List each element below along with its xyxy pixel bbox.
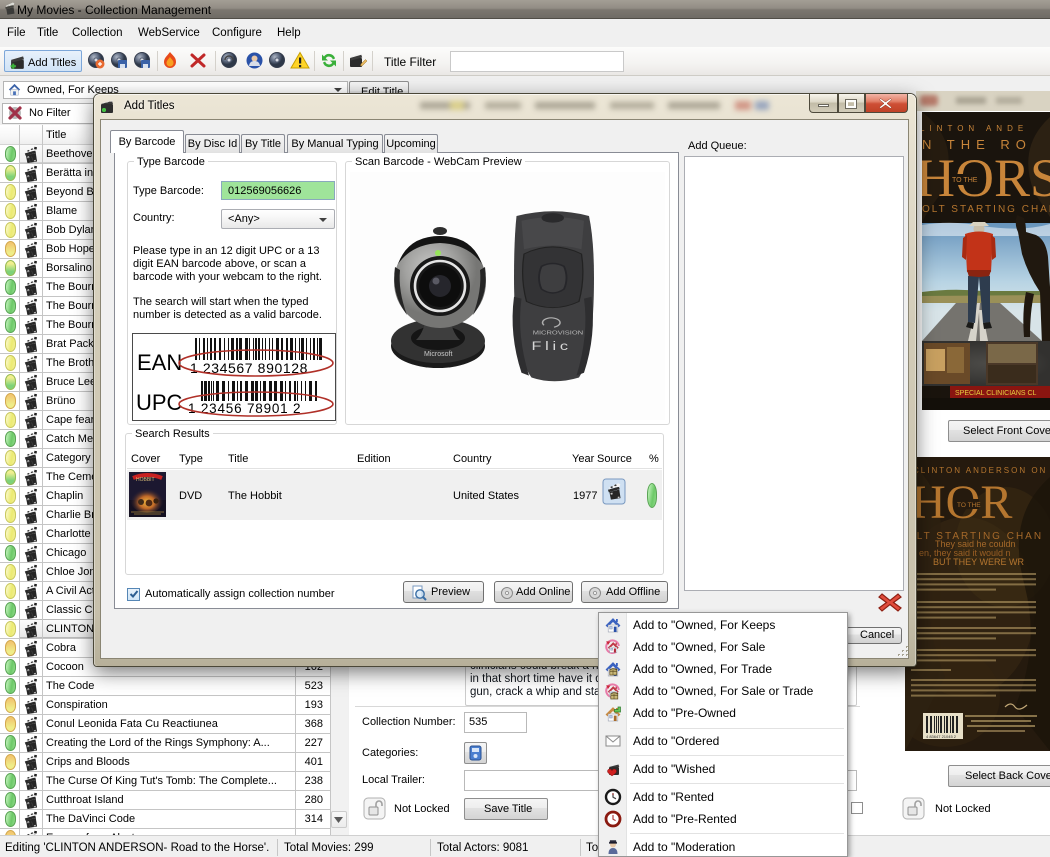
svg-text:HOBBIT: HOBBIT [136, 477, 155, 483]
svg-text:HORS: HORS [922, 148, 1050, 208]
svg-text:LINTON ANDE: LINTON ANDE [922, 124, 1028, 133]
svg-text:BUT THEY WERE WR: BUT THEY WERE WR [933, 557, 1025, 567]
svg-text:UPC: UPC [136, 390, 183, 415]
svg-text:Flic: Flic [532, 340, 572, 354]
svg-text:TO THE: TO THE [957, 502, 981, 509]
svg-text:TO THE: TO THE [952, 177, 978, 184]
svg-text:4 83647 21045 2: 4 83647 21045 2 [926, 734, 957, 739]
svg-text:SPECIAL CLINICIANS CL: SPECIAL CLINICIANS CL [955, 390, 1037, 397]
svg-text:MICROVISION: MICROVISION [533, 330, 584, 336]
svg-text:Microsoft: Microsoft [424, 351, 452, 358]
svg-text:CLINTON ANDERSON ON: CLINTON ANDERSON ON [913, 466, 1047, 475]
svg-text:EAN: EAN [137, 350, 182, 375]
svg-text:OLT STARTING CHAM: OLT STARTING CHAM [922, 204, 1050, 215]
